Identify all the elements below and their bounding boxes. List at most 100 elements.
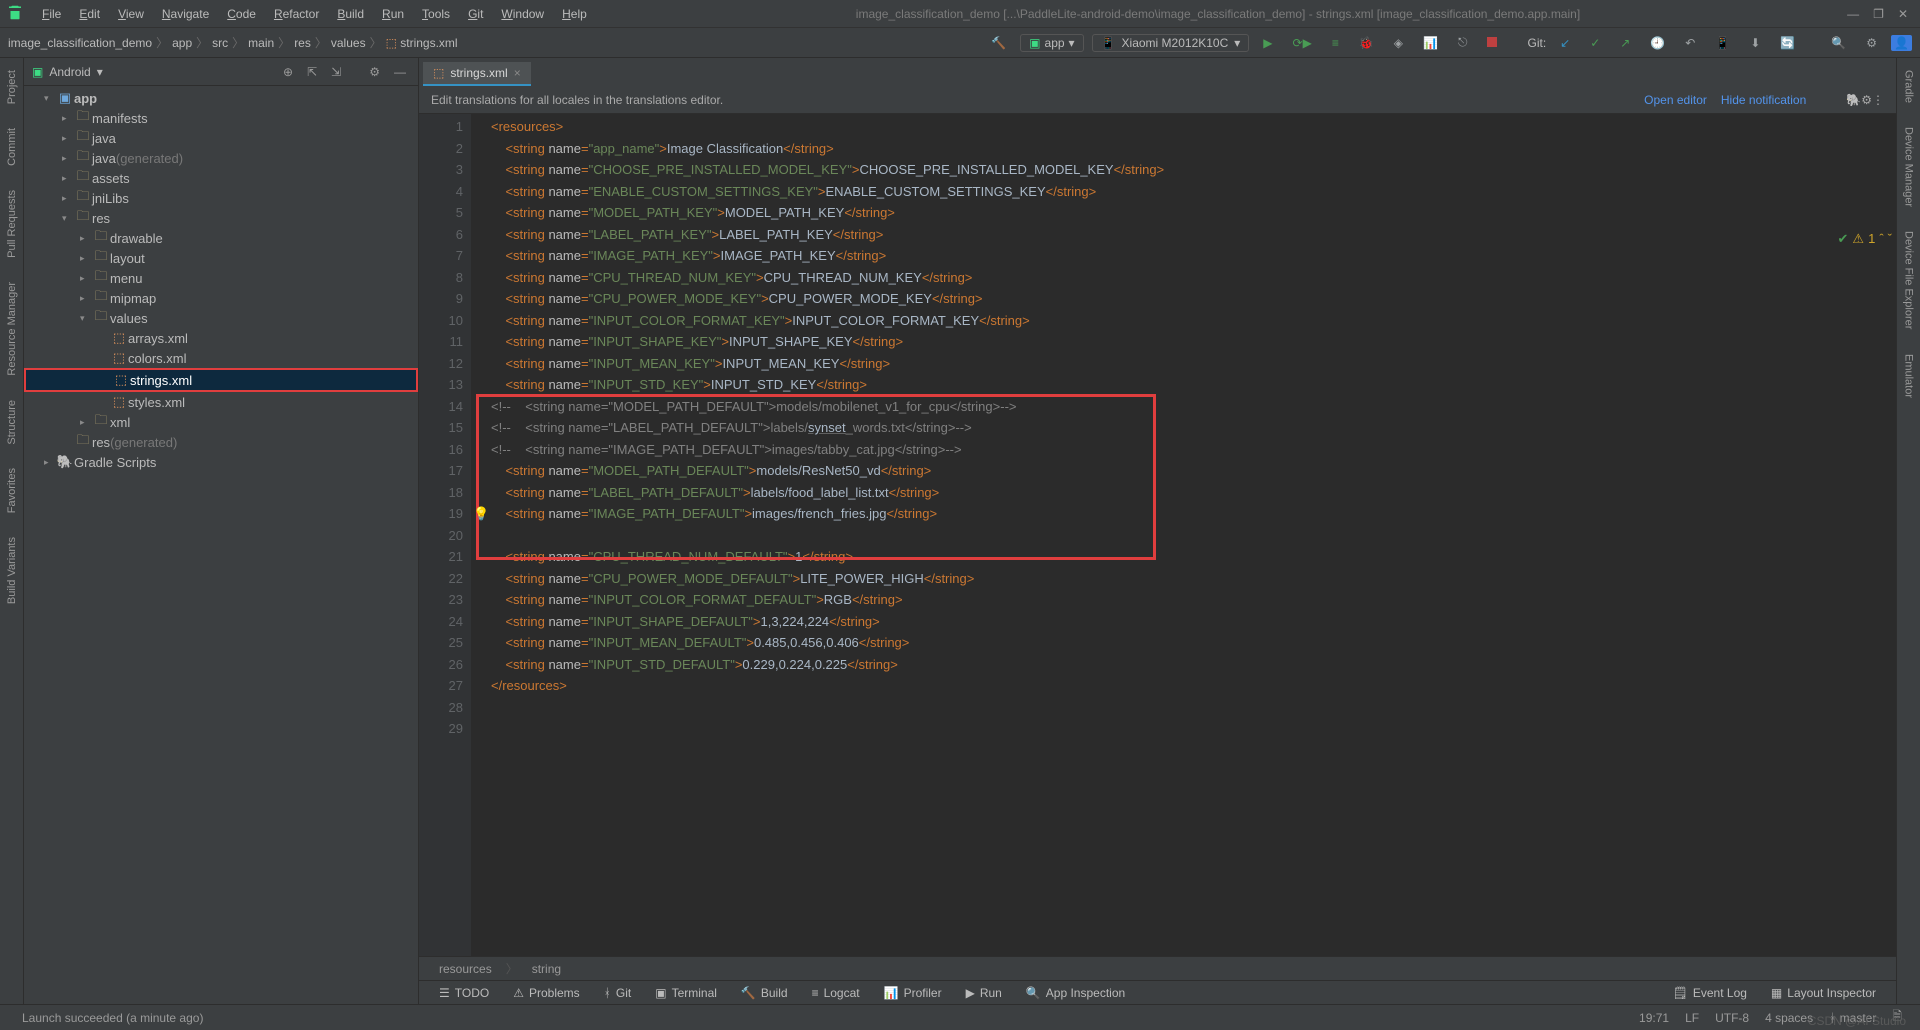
tree-item-xml[interactable]: ▸🗀xml <box>24 412 418 432</box>
settings-icon[interactable]: ⚙ <box>1860 34 1883 52</box>
code-line[interactable]: <resources> <box>491 116 1896 138</box>
breadcrumb-item[interactable]: app <box>172 36 192 50</box>
rail-favorites[interactable]: Favorites <box>6 456 18 525</box>
apply-changes-icon[interactable]: ⟳▶ <box>1287 34 1318 52</box>
menu-navigate[interactable]: Navigate <box>154 4 217 24</box>
toolwin-build[interactable]: 🔨Build <box>731 986 798 1000</box>
ide-settings-icon[interactable]: ⚙ <box>1861 93 1872 107</box>
tree-item-mipmap[interactable]: ▸🗀mipmap <box>24 288 418 308</box>
tree-item-assets[interactable]: ▸🗀assets <box>24 168 418 188</box>
code-line[interactable]: <string name="INPUT_STD_DEFAULT">0.229,0… <box>491 654 1896 676</box>
intention-bulb-icon[interactable]: 💡 <box>473 503 489 525</box>
tree-item-jnilibs[interactable]: ▸🗀jniLibs <box>24 188 418 208</box>
menu-help[interactable]: Help <box>554 4 595 24</box>
code-line[interactable]: <string name="MODEL_PATH_DEFAULT">models… <box>491 460 1896 482</box>
menu-file[interactable]: File <box>34 4 69 24</box>
code-line[interactable]: <string name="INPUT_COLOR_FORMAT_DEFAULT… <box>491 589 1896 611</box>
open-translations-editor-link[interactable]: Open editor <box>1644 93 1707 107</box>
hide-panel-icon[interactable]: — <box>390 65 410 79</box>
code-line[interactable]: <string name="CPU_POWER_MODE_KEY">CPU_PO… <box>491 288 1896 310</box>
caret-position[interactable]: 19:71 <box>1631 1011 1677 1025</box>
tree-item-values[interactable]: ▾🗀values <box>24 308 418 328</box>
stop-icon[interactable] <box>1481 34 1503 52</box>
menu-code[interactable]: Code <box>219 4 264 24</box>
attach-debugger-icon[interactable]: ⎋ <box>1452 33 1474 52</box>
editor-breadcrumbs[interactable]: resources〉string <box>419 956 1896 980</box>
breadcrumb-item[interactable]: image_classification_demo <box>8 36 152 50</box>
code-area[interactable]: 1234567891011121314151617181920212223242… <box>419 114 1896 956</box>
menu-build[interactable]: Build <box>329 4 372 24</box>
toolwin-todo[interactable]: ☰TODO <box>429 986 499 1000</box>
tree-item-manifests[interactable]: ▸🗀manifests <box>24 108 418 128</box>
code-line[interactable]: <string name="app_name">Image Classifica… <box>491 138 1896 160</box>
breadcrumb-item[interactable]: res <box>294 36 311 50</box>
coverage-icon[interactable]: ◈ <box>1388 34 1409 52</box>
code-line[interactable]: <string name="CHOOSE_PRE_INSTALLED_MODEL… <box>491 159 1896 181</box>
menu-tools[interactable]: Tools <box>414 4 458 24</box>
toolwin-profiler[interactable]: 📊Profiler <box>874 986 952 1000</box>
rail-resource-manager[interactable]: Resource Manager <box>6 270 18 388</box>
tree-item-gradle scripts[interactable]: ▸🐘Gradle Scripts <box>24 452 418 472</box>
sync-project-icon[interactable]: 🔄 <box>1774 34 1801 52</box>
code-line[interactable]: </resources> <box>491 675 1896 697</box>
menu-window[interactable]: Window <box>493 4 552 24</box>
rail-gradle[interactable]: Gradle <box>1903 58 1915 115</box>
toolwin-problems[interactable]: ⚠Problems <box>503 986 589 1000</box>
run-icon[interactable]: ▶ <box>1257 34 1278 52</box>
project-tree[interactable]: ▾▣app▸🗀manifests▸🗀java▸🗀java (generated)… <box>24 86 418 1004</box>
code-line[interactable]: <string name="IMAGE_PATH_KEY">IMAGE_PATH… <box>491 245 1896 267</box>
rail-pull-requests[interactable]: Pull Requests <box>6 178 18 270</box>
search-everywhere-icon[interactable]: 🔍 <box>1825 34 1852 52</box>
rail-emulator[interactable]: Emulator <box>1903 342 1915 410</box>
breadcrumb-item[interactable]: values <box>331 36 366 50</box>
tree-item-colors-xml[interactable]: ⬚colors.xml <box>24 348 418 368</box>
code-line[interactable]: <string name="INPUT_MEAN_KEY">INPUT_MEAN… <box>491 353 1896 375</box>
toolwin-run[interactable]: ▶Run <box>956 986 1012 1000</box>
maximize-icon[interactable]: ❐ <box>1873 7 1884 21</box>
toolwin-event-log[interactable]: 🗒Event Log <box>1663 986 1757 1000</box>
toolwin-layout-inspector[interactable]: ▦Layout Inspector <box>1761 986 1886 1000</box>
tree-item-styles-xml[interactable]: ⬚styles.xml <box>24 392 418 412</box>
tree-item-res[interactable]: ▾🗀res <box>24 208 418 228</box>
close-icon[interactable]: ✕ <box>1898 7 1908 21</box>
code-line[interactable]: <string name="IMAGE_PATH_DEFAULT">images… <box>491 503 1896 525</box>
code-line[interactable]: <string name="INPUT_MEAN_DEFAULT">0.485,… <box>491 632 1896 654</box>
code-line[interactable]: <!-- <string name="IMAGE_PATH_DEFAULT">i… <box>491 439 1896 461</box>
tree-item-strings-xml[interactable]: ⬚strings.xml <box>24 368 418 392</box>
toolwin-logcat[interactable]: ≡Logcat <box>802 986 870 1000</box>
expand-all-icon[interactable]: ⇱ <box>303 65 321 79</box>
toolwin-terminal[interactable]: ▣Terminal <box>645 986 727 1000</box>
minimize-icon[interactable]: — <box>1847 7 1859 21</box>
hide-notification-link[interactable]: Hide notification <box>1721 93 1806 107</box>
sdk-manager-icon[interactable]: ⬇ <box>1744 34 1766 52</box>
code-line[interactable]: <string name="INPUT_STD_KEY">INPUT_STD_K… <box>491 374 1896 396</box>
git-history-icon[interactable]: 🕘 <box>1644 34 1671 52</box>
gradle-elephant-icon[interactable]: 🐘 <box>1846 93 1861 107</box>
panel-settings-icon[interactable]: ⚙ <box>365 65 384 79</box>
git-commit-icon[interactable]: ✓ <box>1584 34 1606 52</box>
code-line[interactable]: <string name="INPUT_COLOR_FORMAT_KEY">IN… <box>491 310 1896 332</box>
git-rollback-icon[interactable]: ↶ <box>1679 34 1701 52</box>
tree-item-java[interactable]: ▸🗀java (generated) <box>24 148 418 168</box>
breadcrumb-item[interactable]: main <box>248 36 274 50</box>
rail-device-manager[interactable]: Device Manager <box>1903 115 1915 219</box>
code-line[interactable]: <string name="INPUT_SHAPE_DEFAULT">1,3,2… <box>491 611 1896 633</box>
code-line[interactable]: <string name="CPU_THREAD_NUM_KEY">CPU_TH… <box>491 267 1896 289</box>
more-icon[interactable]: ⋮ <box>1872 93 1884 107</box>
code-line[interactable] <box>491 525 1896 547</box>
git-push-icon[interactable]: ↗ <box>1614 34 1636 52</box>
code-line[interactable]: <string name="CPU_POWER_MODE_DEFAULT">LI… <box>491 568 1896 590</box>
code-line[interactable]: <string name="MODEL_PATH_KEY">MODEL_PATH… <box>491 202 1896 224</box>
menu-view[interactable]: View <box>110 4 152 24</box>
code-line[interactable] <box>491 697 1896 719</box>
rail-build-variants[interactable]: Build Variants <box>6 525 18 616</box>
tree-item-java[interactable]: ▸🗀java <box>24 128 418 148</box>
menu-run[interactable]: Run <box>374 4 412 24</box>
line-separator[interactable]: LF <box>1677 1011 1707 1025</box>
tree-item-res[interactable]: 🗀res (generated) <box>24 432 418 452</box>
code-line[interactable]: <string name="LABEL_PATH_DEFAULT">labels… <box>491 482 1896 504</box>
tree-item-app[interactable]: ▾▣app <box>24 88 418 108</box>
menu-refactor[interactable]: Refactor <box>266 4 327 24</box>
rail-commit[interactable]: Commit <box>6 116 18 178</box>
code-line[interactable]: <string name="INPUT_SHAPE_KEY">INPUT_SHA… <box>491 331 1896 353</box>
